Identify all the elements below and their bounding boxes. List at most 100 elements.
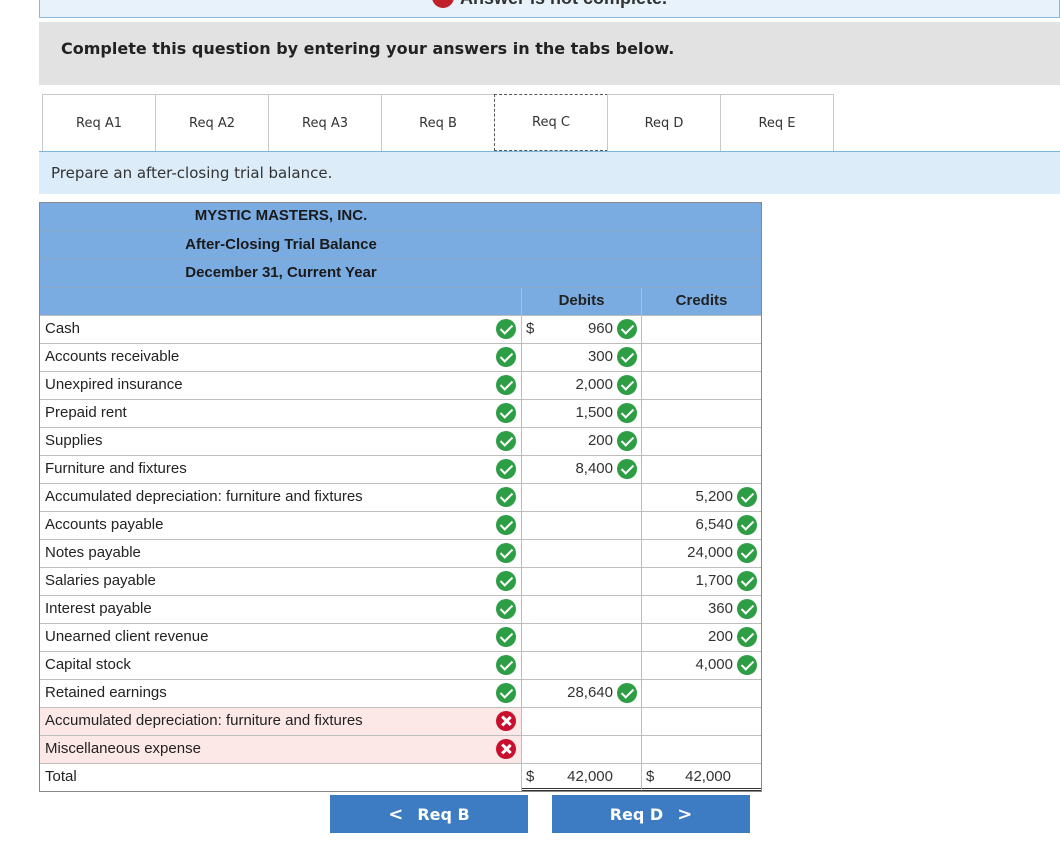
- x-icon: [496, 711, 516, 731]
- check-icon: [496, 543, 516, 563]
- account-name: Prepaid rent: [45, 404, 127, 421]
- credit-cell[interactable]: 6,540: [642, 512, 761, 539]
- debit-amount: 2,000: [575, 376, 613, 393]
- account-name-cell[interactable]: Unexpired insurance: [40, 372, 522, 399]
- debit-cell[interactable]: [522, 540, 642, 567]
- account-name-cell[interactable]: Retained earnings: [40, 680, 522, 707]
- debit-cell[interactable]: 300: [522, 344, 642, 371]
- debit-amount: 300: [587, 348, 613, 365]
- account-name: Supplies: [45, 432, 103, 449]
- tab-req-c[interactable]: Req C: [494, 94, 608, 151]
- credit-cell[interactable]: 24,000: [642, 540, 761, 567]
- debit-cell[interactable]: 200: [522, 428, 642, 455]
- check-icon: [737, 599, 757, 619]
- debit-cell[interactable]: $960: [522, 316, 642, 343]
- credit-cell[interactable]: [642, 708, 761, 735]
- debit-cell[interactable]: [522, 708, 642, 735]
- check-icon: [617, 431, 637, 451]
- total-credit-cell[interactable]: $ 42,000: [642, 764, 761, 791]
- total-debit-cell[interactable]: $ 42,000: [522, 764, 642, 791]
- check-icon: [737, 571, 757, 591]
- column-header-row: Debits Credits: [40, 287, 761, 315]
- tab-req-a3[interactable]: Req A3: [268, 94, 382, 152]
- credit-cell[interactable]: [642, 400, 761, 427]
- check-icon: [496, 487, 516, 507]
- account-name-cell[interactable]: Salaries payable: [40, 568, 522, 595]
- tab-req-a1[interactable]: Req A1: [42, 94, 156, 152]
- debit-cell[interactable]: [522, 624, 642, 651]
- debit-cell[interactable]: [522, 512, 642, 539]
- check-icon: [617, 375, 637, 395]
- account-name-cell[interactable]: Notes payable: [40, 540, 522, 567]
- credit-amount: 6,540: [695, 516, 733, 533]
- debit-cell[interactable]: [522, 484, 642, 511]
- total-debit: 42,000: [567, 768, 613, 785]
- debit-cell[interactable]: 2,000: [522, 372, 642, 399]
- dollar-sign: $: [526, 768, 535, 785]
- credit-cell[interactable]: [642, 736, 761, 763]
- credit-cell[interactable]: 4,000: [642, 652, 761, 679]
- check-icon: [617, 683, 637, 703]
- credit-cell[interactable]: [642, 372, 761, 399]
- banner-text: Answer is not complete.: [460, 0, 667, 9]
- dollar-sign: $: [646, 768, 655, 785]
- account-name-cell[interactable]: Accumulated depreciation: furniture and …: [40, 708, 522, 735]
- account-name-cell[interactable]: Prepaid rent: [40, 400, 522, 427]
- account-name: Cash: [45, 320, 81, 337]
- account-name-cell[interactable]: Supplies: [40, 428, 522, 455]
- account-name: Retained earnings: [45, 684, 167, 701]
- credit-cell[interactable]: 1,700: [642, 568, 761, 595]
- account-name-cell[interactable]: Furniture and fixtures: [40, 456, 522, 483]
- debit-cell[interactable]: 1,500: [522, 400, 642, 427]
- check-icon: [617, 347, 637, 367]
- debit-cell[interactable]: [522, 568, 642, 595]
- statement-title: After-Closing Trial Balance: [185, 236, 377, 253]
- tab-req-e[interactable]: Req E: [720, 94, 834, 152]
- x-icon: [496, 739, 516, 759]
- account-row: Unexpired insurance 2,000: [40, 371, 761, 399]
- account-row: Supplies 200: [40, 427, 761, 455]
- prev-req-b-button[interactable]: < Req B: [330, 795, 528, 833]
- account-name: Accounts payable: [45, 516, 164, 533]
- debit-cell[interactable]: [522, 736, 642, 763]
- account-name-cell[interactable]: Interest payable: [40, 596, 522, 623]
- account-row: Salaries payable 1,700: [40, 567, 761, 595]
- debit-cell[interactable]: 8,400: [522, 456, 642, 483]
- statement-header: MYSTIC MASTERS, INC. After-Closing Trial…: [40, 203, 761, 287]
- debit-cell[interactable]: 28,640: [522, 680, 642, 707]
- account-name: Furniture and fixtures: [45, 460, 187, 477]
- account-name-cell[interactable]: Cash: [40, 316, 522, 343]
- credit-cell[interactable]: 200: [642, 624, 761, 651]
- credit-amount: 1,700: [695, 572, 733, 589]
- dollar-sign: $: [526, 320, 535, 337]
- account-name-cell[interactable]: Unearned client revenue: [40, 624, 522, 651]
- account-row: Accounts payable 6,540: [40, 511, 761, 539]
- credit-cell[interactable]: [642, 680, 761, 707]
- credit-cell[interactable]: [642, 456, 761, 483]
- credit-cell[interactable]: [642, 316, 761, 343]
- check-icon: [737, 487, 757, 507]
- next-req-d-button[interactable]: Req D >: [552, 795, 750, 833]
- tab-req-d[interactable]: Req D: [607, 94, 721, 152]
- debit-cell[interactable]: [522, 652, 642, 679]
- account-row: Interest payable 360: [40, 595, 761, 623]
- account-name: Accumulated depreciation: furniture and …: [45, 712, 363, 729]
- account-name-cell[interactable]: Accumulated depreciation: furniture and …: [40, 484, 522, 511]
- account-row: Cash $960: [40, 315, 761, 343]
- account-name: Miscellaneous expense: [45, 740, 201, 757]
- account-row: Accounts receivable 300: [40, 343, 761, 371]
- account-name-cell[interactable]: Accounts payable: [40, 512, 522, 539]
- tab-req-a2[interactable]: Req A2: [155, 94, 269, 152]
- debit-cell[interactable]: [522, 596, 642, 623]
- credit-cell[interactable]: 5,200: [642, 484, 761, 511]
- tab-req-b[interactable]: Req B: [381, 94, 495, 152]
- account-name-cell[interactable]: Miscellaneous expense: [40, 736, 522, 763]
- credit-cell[interactable]: [642, 344, 761, 371]
- check-icon: [617, 319, 637, 339]
- account-name-cell[interactable]: Accounts receivable: [40, 344, 522, 371]
- account-name-cell[interactable]: Capital stock: [40, 652, 522, 679]
- check-icon: [496, 375, 516, 395]
- check-icon: [496, 431, 516, 451]
- credit-cell[interactable]: [642, 428, 761, 455]
- credit-cell[interactable]: 360: [642, 596, 761, 623]
